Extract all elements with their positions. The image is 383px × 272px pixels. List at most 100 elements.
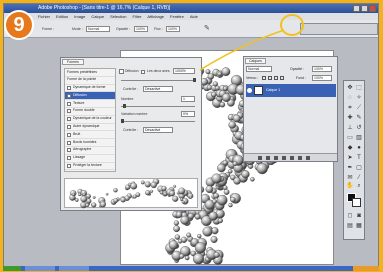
minimize-button[interactable] [353,5,360,12]
photoshop-window: Adobe Photoshop - [Sans titre-1 @ 16,7% … [3,3,379,268]
control2-label: Contrôle : [123,128,139,132]
notes-tool-icon[interactable]: ✉ [346,175,354,182]
background-color-swatch[interactable] [352,198,361,207]
brush-setting-checkbox[interactable] [67,85,71,90]
airbrush-icon[interactable]: ✎ [204,25,214,33]
maximize-button[interactable] [361,5,368,12]
link-layers-icon[interactable] [258,155,262,160]
flow-label: Flux : [154,27,163,31]
marquee-tool-icon[interactable]: ⬚ [355,85,363,92]
control2-select[interactable]: Désactivé [143,127,173,133]
brush-setting-label: Protéger la texture [73,163,102,168]
menu-select[interactable]: Sélection [110,13,126,20]
brushes-tab[interactable]: Formes [62,59,84,65]
count-jitter-slider[interactable] [121,119,195,123]
count-slider-knob[interactable] [123,104,126,108]
fullscreen-mode-icon[interactable]: ▦ [355,223,363,230]
count-jitter-field[interactable]: 0% [181,111,195,117]
count-slider[interactable] [121,104,195,108]
highlight-circle [280,14,304,36]
brush-setting-checkbox[interactable] [67,101,71,106]
sphere-dab [175,211,183,218]
standard-mode-icon[interactable]: ◻ [346,213,354,220]
close-button[interactable] [369,5,376,12]
brush-setting-checkbox[interactable] [67,117,71,122]
palette-well [300,23,378,35]
shape-tool-icon[interactable]: ▢ [355,165,363,172]
eraser-tool-icon[interactable]: ▭ [346,135,354,142]
quick-mask-icon[interactable]: ◙ [355,213,363,220]
layer-row[interactable]: Calque 1 [246,84,336,97]
brush-setting-checkbox[interactable] [67,163,71,168]
brush-tool-icon[interactable]: ✎ [355,115,363,122]
layers-tab[interactable]: Calques [245,58,266,64]
blend-mode-select[interactable]: Normal [246,66,272,72]
lock-pixels-icon[interactable] [268,76,272,80]
path-selection-icon[interactable]: ➤ [346,155,354,162]
menu-layer[interactable]: Calque [91,13,104,20]
menu-image[interactable]: Image [74,13,85,20]
brush-setting-item[interactable]: Protéger la texture [65,163,115,171]
scatter-slider[interactable] [121,78,196,82]
brush-setting-checkbox[interactable] [67,124,71,129]
clone-stamp-icon[interactable]: ⊥ [346,125,354,132]
count-field[interactable]: 1 [181,96,195,102]
taskbar-item[interactable] [59,266,89,271]
healing-brush-icon[interactable]: ✚ [346,115,354,122]
new-layer-icon[interactable] [298,155,302,160]
taskbar-item[interactable] [25,266,55,271]
move-tool-icon[interactable]: ✥ [346,85,354,92]
menu-help[interactable]: Aide [190,13,198,20]
sphere-dab [202,226,213,237]
eye-icon[interactable] [247,88,252,93]
magic-wand-icon[interactable]: ✧ [355,95,363,102]
menu-filter[interactable]: Filtre [133,13,142,20]
zoom-tool-icon[interactable]: ⌕ [355,183,363,190]
flow-field[interactable]: 100% [166,26,180,32]
count-jitter-knob[interactable] [121,119,124,123]
brush-setting-checkbox[interactable] [67,93,71,98]
layers-opacity-field[interactable]: 100% [312,66,332,72]
brush-setting-checkbox[interactable] [67,156,71,161]
preview-dab [91,202,97,208]
adjustment-layer-icon[interactable] [290,155,294,160]
dodge-tool-icon[interactable]: ● [355,145,363,152]
lock-transparency-icon[interactable] [262,76,266,80]
history-brush-icon[interactable]: ↺ [355,125,363,132]
lock-all-icon[interactable] [280,76,284,80]
sphere-dab [207,73,215,80]
crop-tool-icon[interactable]: ⌗ [346,105,354,112]
brush-setting-checkbox[interactable] [67,132,71,137]
control-select[interactable]: Désactivé [143,86,173,92]
brush-setting-checkbox[interactable] [67,109,71,114]
opacity-field[interactable]: 100% [134,26,148,32]
layer-mask-icon[interactable] [274,155,278,160]
both-axes-checkbox[interactable] [141,70,145,74]
blur-tool-icon[interactable]: ◆ [346,145,354,152]
eyedropper-tool-icon[interactable]: ⁄ [355,175,363,182]
menu-view[interactable]: Affichage [147,13,164,20]
lasso-tool-icon[interactable]: ◌ [346,95,354,102]
hand-tool-icon[interactable]: ✋ [346,183,354,190]
slice-tool-icon[interactable]: ⟋ [355,105,363,112]
screen-mode-icon[interactable]: ▤ [346,223,354,230]
menu-window[interactable]: Fenêtre [170,13,184,20]
type-tool-icon[interactable]: T [355,155,363,162]
new-group-icon[interactable] [282,155,286,160]
brush-setting-checkbox[interactable] [67,140,71,145]
layer-style-icon[interactable] [266,155,270,160]
lock-position-icon[interactable] [274,76,278,80]
fill-field[interactable]: 100% [312,75,332,81]
mode-select[interactable]: Normal [86,26,110,32]
menu-file[interactable]: Fichier [38,13,50,20]
trash-icon[interactable] [306,155,310,160]
start-button[interactable] [3,266,21,271]
brush-setting-checkbox[interactable] [67,148,71,153]
sphere-dab [187,212,195,220]
pen-tool-icon[interactable]: ✒ [346,165,354,172]
fill-label: Fond : [296,76,306,80]
menu-edit[interactable]: Edition [56,13,68,20]
scatter-slider-knob[interactable] [193,78,196,82]
gradient-tool-icon[interactable]: ▥ [355,135,363,142]
scatter-value-field[interactable]: 1000% [173,68,195,74]
